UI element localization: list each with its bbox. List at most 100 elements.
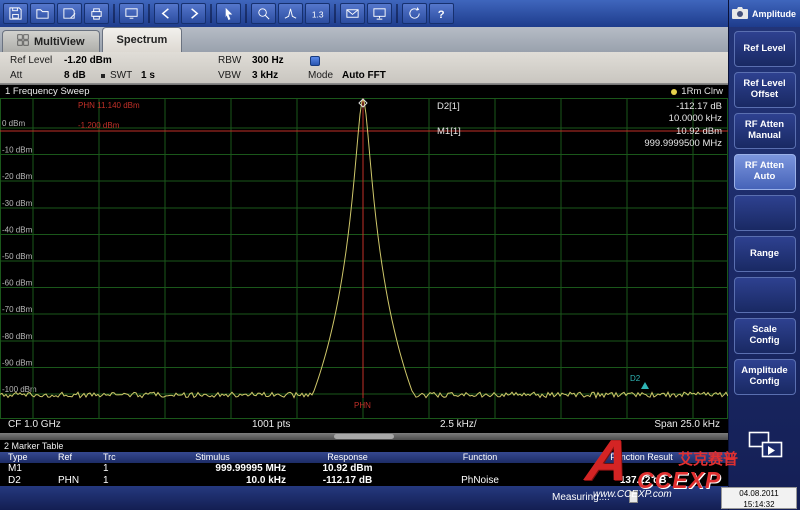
y-axis-label: -60 dBm [2, 279, 33, 288]
marker-trc: 1 [95, 475, 135, 487]
ref-level-value[interactable]: -1.20 dBm [64, 55, 112, 66]
col-type: Type [0, 452, 50, 463]
marker-stimulus: 10.0 kHz [135, 475, 290, 487]
rbw-label: RBW [218, 55, 241, 66]
window-splitter[interactable] [0, 433, 728, 440]
softkey-ref-level-offset[interactable]: Ref Level Offset [734, 72, 796, 108]
toolbar-separator [334, 4, 336, 23]
sidebar-header: Amplitude [729, 0, 800, 27]
softkey-amplitude-config[interactable]: Amplitude Config [734, 359, 796, 395]
help-icon[interactable]: ? [429, 3, 454, 24]
table-row[interactable]: D2 PHN 1 10.0 kHz -112.17 dB PhNoise -13… [0, 475, 728, 487]
softkey-scale-config[interactable]: Scale Config [734, 318, 796, 354]
marker-ref: PHN [50, 475, 95, 487]
marker-function-result: -137.22 dB [555, 475, 728, 487]
col-function-result: Function Result [555, 452, 728, 463]
y-axis-label: -50 dBm [2, 252, 33, 261]
spectrum-graph: 0 dBm-10 dBm-20 dBm-30 dBm-40 dBm-50 dBm… [0, 98, 728, 419]
y-axis-label: -100 dBm [2, 385, 37, 394]
softkey-sidebar: Amplitude Ref Level Ref Level Offset RF … [728, 0, 800, 510]
trace-indicator-label: 1Rm Clrw [681, 86, 723, 97]
graph-footer: CF 1.0 GHz 1001 pts 2.5 kHz/ Span 25.0 k… [0, 418, 728, 433]
swt-label: SWT [110, 70, 132, 81]
softkey-blank-1[interactable] [734, 195, 796, 231]
screenshot-icon[interactable] [119, 3, 144, 24]
softkey-ref-level[interactable]: Ref Level [734, 31, 796, 67]
marker-table-window: 2 Marker Table Type Ref Trc Stimulus Res… [0, 440, 728, 486]
readout-d2-value: -112.17 dB [676, 101, 722, 112]
marker-d2-symbol[interactable] [641, 382, 649, 389]
peak-search-icon[interactable] [278, 3, 303, 24]
y-axis-label: -70 dBm [2, 305, 33, 314]
status-bar: Measuring.... [0, 486, 728, 510]
marker-table-title: 2 Marker Table [0, 440, 728, 452]
progress-indicator-icon [629, 491, 638, 503]
marker-function: PhNoise [405, 475, 555, 487]
toolbar-separator [245, 4, 247, 23]
spectrum-analyzer-app: 1.3 ? MultiView Spectrum Ref Level -1.20… [0, 0, 800, 510]
y-axis-label: -30 dBm [2, 199, 33, 208]
tab-multiview[interactable]: MultiView [2, 30, 100, 52]
center-frequency-label[interactable]: CF 1.0 GHz [8, 419, 61, 430]
y-axis-label: -10 dBm [2, 146, 33, 155]
tab-spectrum[interactable]: Spectrum [102, 27, 183, 52]
save-icon[interactable] [3, 3, 28, 24]
mouse-pointer-icon[interactable] [216, 3, 241, 24]
splitter-handle-icon[interactable] [334, 434, 394, 439]
readout-d2-name: D2[1] [437, 101, 460, 112]
y-axis-label: -90 dBm [2, 358, 33, 367]
zoom-icon[interactable] [251, 3, 276, 24]
trace-indicator[interactable]: 1Rm Clrw [671, 86, 723, 97]
softkey-rf-atten-manual[interactable]: RF Atten Manual [734, 113, 796, 149]
softkey-range[interactable]: Range [734, 236, 796, 272]
phn-axis-label: PHN [354, 401, 371, 410]
camera-icon[interactable] [731, 6, 749, 22]
open-folder-icon[interactable] [30, 3, 55, 24]
col-trc: Trc [95, 452, 135, 463]
numeric-entry-icon[interactable]: 1.3 [305, 3, 330, 24]
readout-m1-value: 10.92 dBm [676, 126, 722, 137]
toolbar: 1.3 ? [0, 0, 728, 27]
forward-icon[interactable] [181, 3, 206, 24]
svg-text:1.3: 1.3 [312, 9, 324, 19]
print-icon[interactable] [84, 3, 109, 24]
table-row[interactable]: M1 1 999.99995 MHz 10.92 dBm [0, 463, 728, 475]
mode-value[interactable]: Auto FFT [342, 70, 386, 81]
date-label: 04.08.2011 [722, 488, 796, 499]
save-as-icon[interactable] [57, 3, 82, 24]
marker-type: M1 [0, 463, 50, 475]
coupling-icon [310, 56, 320, 66]
tab-multiview-label: MultiView [34, 36, 85, 48]
sidebar-title: Amplitude [752, 9, 796, 19]
multiview-grid-icon [17, 34, 29, 49]
y-axis-label: -80 dBm [2, 332, 33, 341]
vbw-value[interactable]: 3 kHz [252, 70, 278, 81]
mail-icon[interactable] [340, 3, 365, 24]
vbw-label: VBW [218, 70, 241, 81]
back-icon[interactable] [154, 3, 179, 24]
ref-level-line-label: -1.200 dBm [78, 121, 120, 130]
toolbar-separator [148, 4, 150, 23]
display-config-button[interactable] [739, 427, 793, 463]
swt-value[interactable]: 1 s [141, 70, 155, 81]
readout-d2-freq: 10.0000 kHz [669, 113, 723, 124]
softkey-rf-atten-auto[interactable]: RF Atten Auto [734, 154, 796, 190]
window-title: 1 Frequency Sweep [5, 86, 90, 97]
measuring-status: Measuring.... [552, 492, 610, 503]
y-axis-label: 0 dBm [2, 119, 25, 128]
frequency-sweep-window: 1 Frequency Sweep 1Rm Clrw 0 dBm -10 dBm -… [0, 84, 728, 433]
spectrum-trace [0, 101, 728, 398]
y-axis-label: -40 dBm [2, 225, 33, 234]
rbw-value[interactable]: 300 Hz [252, 55, 284, 66]
svg-text:?: ? [438, 9, 445, 21]
remote-display-icon[interactable] [367, 3, 392, 24]
graph-frame [1, 99, 728, 419]
col-response: Response [290, 452, 405, 463]
sync-icon[interactable] [402, 3, 427, 24]
softkey-blank-2[interactable] [734, 277, 796, 313]
att-value[interactable]: 8 dB [64, 70, 86, 81]
span-label[interactable]: Span 25.0 kHz [654, 419, 720, 430]
toolbar-separator [210, 4, 212, 23]
marker-table-header: Type Ref Trc Stimulus Response Function … [0, 452, 728, 463]
marker-response: 10.92 dBm [290, 463, 405, 475]
